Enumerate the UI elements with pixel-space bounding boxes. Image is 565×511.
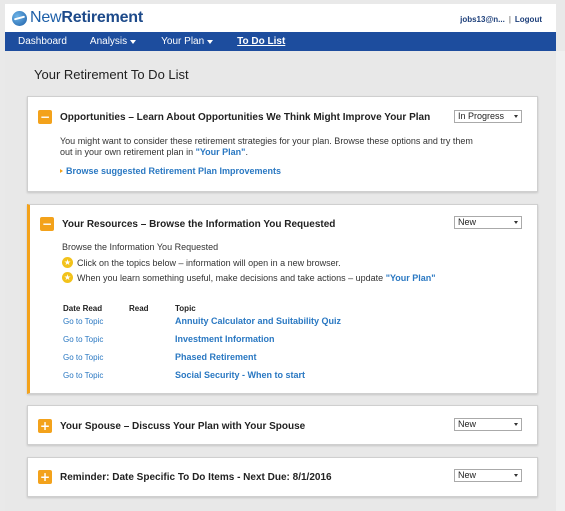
reminder-title: Reminder: Date Specific To Do Items - Ne… bbox=[60, 472, 332, 483]
opportunities-text-line1: You might want to consider these retirem… bbox=[60, 136, 473, 146]
column-header-read: Read bbox=[129, 304, 149, 313]
resources-bullet-2-text: When you learn something useful, make de… bbox=[77, 273, 436, 283]
opportunities-card: − Opportunities – Learn About Opportunit… bbox=[27, 96, 538, 192]
go-to-topic-link[interactable]: Go to Topic bbox=[63, 371, 103, 380]
star-icon: ★ bbox=[62, 257, 73, 268]
page-scrollbar[interactable] bbox=[556, 51, 565, 511]
main-nav: Dashboard Analysis Your Plan To Do List bbox=[5, 32, 556, 51]
opportunities-description: You might want to consider these retirem… bbox=[60, 136, 473, 158]
expand-icon[interactable]: + bbox=[38, 470, 52, 484]
arrow-right-icon bbox=[60, 169, 63, 173]
go-to-topic-link[interactable]: Go to Topic bbox=[63, 353, 103, 362]
collapse-icon[interactable]: − bbox=[40, 217, 54, 231]
resources-bullet-2-prefix: When you learn something useful, make de… bbox=[77, 272, 386, 283]
go-to-topic-link[interactable]: Go to Topic bbox=[63, 317, 103, 326]
go-to-topic-link[interactable]: Go to Topic bbox=[63, 335, 103, 344]
globe-icon bbox=[12, 10, 27, 26]
reminder-card: + Reminder: Date Specific To Do Items - … bbox=[27, 457, 538, 497]
nav-dashboard-label: Dashboard bbox=[18, 36, 67, 47]
topic-link[interactable]: Annuity Calculator and Suitability Quiz bbox=[175, 316, 341, 326]
collapse-icon[interactable]: − bbox=[38, 110, 52, 124]
nav-to-do-list[interactable]: To Do List bbox=[237, 36, 285, 47]
resources-bullet-1-text: Click on the topics below – information … bbox=[77, 257, 341, 268]
opportunities-status-select[interactable]: In Progress bbox=[454, 110, 522, 123]
spouse-status-select[interactable]: New bbox=[454, 418, 522, 431]
nav-to-do-list-label: To Do List bbox=[237, 36, 286, 47]
resources-card: − Your Resources – Browse the Informatio… bbox=[27, 204, 538, 394]
nav-analysis[interactable]: Analysis bbox=[89, 36, 137, 47]
nav-your-plan[interactable]: Your Plan bbox=[161, 36, 214, 47]
resources-title: Your Resources – Browse the Information … bbox=[62, 219, 336, 230]
main-content: Your Retirement To Do List − Opportuniti… bbox=[5, 51, 556, 511]
account-separator: | bbox=[508, 15, 511, 24]
topic-link[interactable]: Investment Information bbox=[175, 334, 275, 344]
column-header-topic: Topic bbox=[175, 304, 196, 313]
nav-analysis-label: Analysis bbox=[89, 36, 128, 47]
opportunities-text-line2: out in your own retirement plan in "Your… bbox=[60, 147, 473, 158]
topic-link[interactable]: Social Security - When to start bbox=[175, 370, 305, 380]
chevron-down-icon bbox=[207, 39, 214, 44]
spouse-card: + Your Spouse – Discuss Your Plan with Y… bbox=[27, 405, 538, 445]
resources-bullet-1: ★ Click on the topics below – informatio… bbox=[62, 257, 341, 268]
spouse-title: Your Spouse – Discuss Your Plan with You… bbox=[60, 421, 306, 432]
nav-your-plan-label: Your Plan bbox=[161, 36, 205, 47]
column-header-date-read: Date Read bbox=[63, 304, 103, 313]
logo-prefix: New bbox=[30, 9, 62, 26]
page-title: Your Retirement To Do List bbox=[34, 67, 189, 82]
logo[interactable]: NewRetirement bbox=[12, 8, 143, 28]
resources-status-select[interactable]: New bbox=[454, 216, 522, 229]
your-plan-link[interactable]: "Your Plan" bbox=[386, 273, 436, 283]
top-header: NewRetirement jobs13@n... | Logout bbox=[5, 4, 556, 32]
topic-link[interactable]: Phased Retirement bbox=[175, 352, 257, 362]
opportunities-text-prefix: out in your own retirement plan in bbox=[60, 147, 196, 157]
opportunities-text-suffix: . bbox=[245, 147, 248, 157]
reminder-status-select[interactable]: New bbox=[454, 469, 522, 482]
opportunities-title: Opportunities – Learn About Opportunitie… bbox=[60, 112, 431, 123]
your-plan-link[interactable]: "Your Plan" bbox=[196, 147, 246, 157]
resources-bullet-2: ★ When you learn something useful, make … bbox=[62, 272, 436, 283]
star-icon: ★ bbox=[62, 272, 73, 283]
browse-improvements-link[interactable]: Browse suggested Retirement Plan Improve… bbox=[60, 166, 281, 176]
browse-improvements-label: Browse suggested Retirement Plan Improve… bbox=[66, 166, 282, 176]
logout-link[interactable]: Logout bbox=[515, 15, 542, 24]
account-area: jobs13@n... | Logout bbox=[460, 15, 542, 24]
chevron-down-icon bbox=[130, 39, 137, 44]
account-user-link[interactable]: jobs13@n... bbox=[460, 15, 505, 24]
logo-main: Retirement bbox=[61, 9, 144, 26]
expand-icon[interactable]: + bbox=[38, 419, 52, 433]
nav-dashboard[interactable]: Dashboard bbox=[18, 36, 67, 47]
resources-intro: Browse the Information You Requested bbox=[62, 242, 219, 252]
